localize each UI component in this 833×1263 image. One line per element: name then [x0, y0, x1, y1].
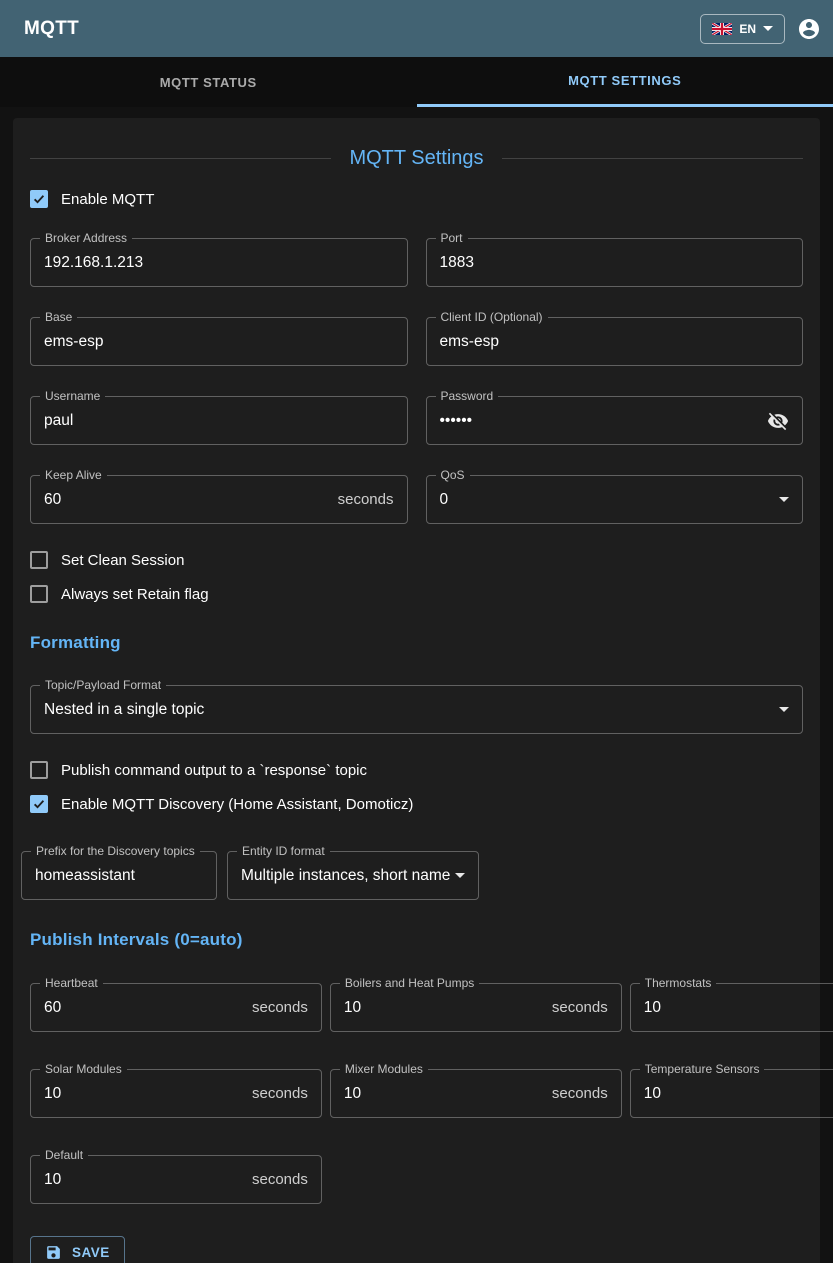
qos-select[interactable]: QoS 0 — [426, 475, 804, 524]
chevron-down-icon — [763, 26, 773, 31]
retain-flag-label: Always set Retain flag — [61, 586, 209, 603]
tab-bar: MQTT STATUS MQTT SETTINGS — [0, 57, 833, 107]
mqtt-discovery-checkbox[interactable]: Enable MQTT Discovery (Home Assistant, D… — [30, 795, 803, 813]
tab-mqtt-settings[interactable]: MQTT SETTINGS — [417, 57, 833, 107]
checkbox-icon[interactable] — [30, 190, 48, 208]
toggle-password-visibility-button[interactable] — [767, 410, 789, 432]
username-input[interactable] — [44, 412, 394, 430]
settings-heading: MQTT Settings — [30, 147, 803, 170]
response-topic-checkbox[interactable]: Publish command output to a `response` t… — [30, 761, 803, 779]
keep-alive-field: Keep Alive seconds — [30, 475, 408, 524]
keep-alive-input[interactable] — [44, 491, 330, 509]
entity-id-format-select[interactable]: Entity ID format Multiple instances, sho… — [227, 851, 479, 900]
account-circle-icon[interactable] — [797, 17, 821, 41]
default-interval-field: Default seconds — [30, 1155, 322, 1204]
save-button[interactable]: SAVE — [30, 1236, 125, 1263]
port-input[interactable] — [440, 254, 790, 272]
eye-off-icon — [767, 410, 789, 432]
discovery-prefix-field: Prefix for the Discovery topics — [21, 851, 217, 900]
client-id-label: Client ID (Optional) — [436, 310, 548, 324]
boilers-field: Boilers and Heat Pumps seconds — [330, 983, 622, 1032]
enable-mqtt-label: Enable MQTT — [61, 191, 154, 208]
checkbox-icon[interactable] — [30, 585, 48, 603]
broker-address-label: Broker Address — [40, 231, 132, 245]
temperature-sensors-input[interactable] — [644, 1085, 833, 1103]
base-label: Base — [40, 310, 77, 324]
username-label: Username — [40, 389, 105, 403]
clean-session-checkbox[interactable]: Set Clean Session — [30, 551, 803, 569]
broker-address-field: Broker Address — [30, 238, 408, 287]
language-selector-button[interactable]: EN — [700, 14, 785, 44]
entity-id-format-value: Multiple instances, short name — [241, 867, 455, 885]
retain-flag-checkbox[interactable]: Always set Retain flag — [30, 585, 803, 603]
username-field: Username — [30, 396, 408, 445]
thermostats-field: Thermostats seconds — [630, 983, 833, 1032]
topic-format-label: Topic/Payload Format — [40, 678, 166, 692]
chevron-down-icon — [455, 873, 465, 878]
settings-card: MQTT Settings Enable MQTT Broker Address… — [13, 118, 820, 1263]
language-label: EN — [739, 22, 756, 36]
chevron-down-icon — [779, 707, 789, 712]
password-field: Password — [426, 396, 804, 445]
publish-intervals-heading: Publish Intervals (0=auto) — [30, 930, 803, 950]
port-label: Port — [436, 231, 468, 245]
discovery-prefix-label: Prefix for the Discovery topics — [31, 844, 200, 858]
boilers-input[interactable] — [344, 999, 544, 1017]
heartbeat-field: Heartbeat seconds — [30, 983, 322, 1032]
chevron-down-icon — [779, 497, 789, 502]
default-interval-input[interactable] — [44, 1171, 244, 1189]
broker-address-input[interactable] — [44, 254, 394, 272]
qos-label: QoS — [436, 468, 470, 482]
client-id-field: Client ID (Optional) — [426, 317, 804, 366]
formatting-heading: Formatting — [30, 633, 803, 653]
uk-flag-icon — [712, 23, 732, 35]
qos-value: 0 — [440, 491, 780, 509]
solar-modules-input[interactable] — [44, 1085, 244, 1103]
response-topic-label: Publish command output to a `response` t… — [61, 762, 367, 779]
clean-session-label: Set Clean Session — [61, 552, 184, 569]
app-bar: MQTT EN — [0, 0, 833, 57]
save-button-label: SAVE — [72, 1245, 110, 1260]
checkbox-icon[interactable] — [30, 551, 48, 569]
mixer-modules-field: Mixer Modules seconds — [330, 1069, 622, 1118]
base-input[interactable] — [44, 333, 394, 351]
port-field: Port — [426, 238, 804, 287]
solar-modules-field: Solar Modules seconds — [30, 1069, 322, 1118]
topic-format-select[interactable]: Topic/Payload Format Nested in a single … — [30, 685, 803, 734]
tab-mqtt-status[interactable]: MQTT STATUS — [0, 57, 417, 107]
keep-alive-unit: seconds — [338, 491, 394, 508]
mqtt-discovery-label: Enable MQTT Discovery (Home Assistant, D… — [61, 796, 413, 813]
temperature-sensors-field: Temperature Sensors seconds — [630, 1069, 833, 1118]
app-bar-actions: EN — [700, 14, 821, 44]
client-id-input[interactable] — [440, 333, 790, 351]
floppy-disk-icon — [45, 1244, 62, 1261]
password-label: Password — [436, 389, 499, 403]
enable-mqtt-checkbox[interactable]: Enable MQTT — [30, 190, 803, 208]
entity-id-format-label: Entity ID format — [237, 844, 330, 858]
password-input[interactable] — [440, 412, 760, 430]
base-field: Base — [30, 317, 408, 366]
heartbeat-input[interactable] — [44, 999, 244, 1017]
mixer-modules-input[interactable] — [344, 1085, 544, 1103]
page-title: MQTT — [24, 18, 79, 40]
publish-intervals-grid: Heartbeat seconds Boilers and Heat Pumps… — [30, 983, 803, 1204]
thermostats-input[interactable] — [644, 999, 833, 1017]
checkbox-icon[interactable] — [30, 761, 48, 779]
topic-format-value: Nested in a single topic — [44, 701, 779, 719]
keep-alive-label: Keep Alive — [40, 468, 107, 482]
checkbox-icon[interactable] — [30, 795, 48, 813]
discovery-prefix-input[interactable] — [35, 867, 203, 885]
